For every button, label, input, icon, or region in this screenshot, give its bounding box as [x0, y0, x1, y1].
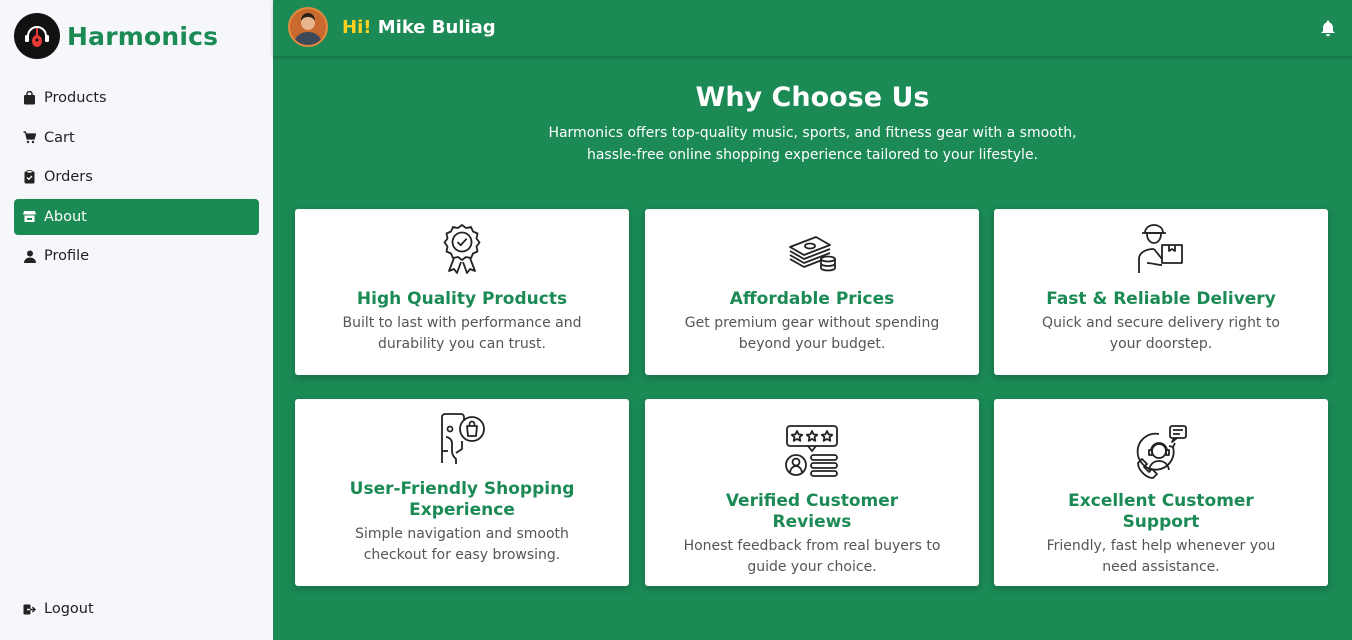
- sidebar-item-label: Profile: [44, 248, 90, 264]
- user-name: Mike Buliag: [377, 17, 496, 38]
- feature-card-reviews: Verified Customer Reviews Honest feedbac…: [645, 399, 979, 586]
- sidebar-item-cart[interactable]: Cart: [14, 120, 259, 156]
- sidebar-item-about[interactable]: About: [14, 198, 259, 235]
- mobile-shopping-icon: [441, 413, 485, 464]
- avatar[interactable]: [288, 7, 328, 47]
- feature-title: User-Friendly Shopping Experience: [349, 479, 575, 520]
- sidebar-item-label: About: [44, 208, 87, 225]
- feature-description: Built to last with performance and durab…: [342, 315, 582, 352]
- cart-icon: [23, 131, 36, 145]
- guitar-logo-icon: [14, 13, 60, 59]
- customer-support-icon: [1136, 425, 1187, 479]
- feature-description: Quick and secure delivery right to your …: [1042, 315, 1280, 352]
- page-subtitle: Harmonics offers top-quality music, spor…: [513, 122, 1112, 166]
- logout-label: Logout: [44, 601, 94, 617]
- page-title: Why Choose Us: [695, 82, 930, 113]
- feature-title: Excellent Customer Support: [1068, 491, 1254, 532]
- feature-title: Verified Customer Reviews: [725, 491, 899, 532]
- greeting: Hi! Mike Buliag: [342, 17, 496, 38]
- sidebar-item-label: Orders: [44, 169, 93, 185]
- sidebar-nav: Products Cart Orders About Profile: [14, 80, 259, 278]
- subtitle-line: Harmonics offers top-quality music, spor…: [548, 125, 1077, 141]
- award-badge-icon: [443, 224, 481, 274]
- sidebar-item-label: Products: [44, 90, 107, 106]
- feature-description: Honest feedback from real buyers to guid…: [683, 538, 941, 575]
- greeting-hi: Hi!: [342, 17, 372, 38]
- feature-description: Friendly, fast help whenever you need as…: [1046, 538, 1276, 575]
- subtitle-line: hassle-free online shopping experience t…: [586, 147, 1039, 163]
- sidebar: Harmonics Products Cart Orders About Pro…: [0, 0, 273, 640]
- clipboard-icon: [23, 170, 36, 184]
- store-icon: [23, 210, 36, 224]
- feature-title: Affordable Prices: [729, 289, 895, 309]
- sidebar-item-orders[interactable]: Orders: [14, 159, 259, 195]
- sidebar-item-profile[interactable]: Profile: [14, 238, 259, 274]
- logout-icon: [23, 602, 36, 616]
- feature-description: Simple navigation and smooth checkout fo…: [355, 526, 569, 563]
- sidebar-item-label: Cart: [44, 129, 75, 146]
- top-bar: Hi! Mike Buliag: [273, 0, 1352, 56]
- sidebar-item-products[interactable]: Products: [14, 80, 259, 116]
- feature-title: High Quality Products: [356, 289, 568, 309]
- about-section: Why Choose Us Harmonics offers top-quali…: [273, 56, 1352, 640]
- feature-title: Fast & Reliable Delivery: [1046, 289, 1276, 309]
- bell-icon[interactable]: [1319, 19, 1337, 37]
- feature-card-delivery: Fast & Reliable Delivery Quick and secur…: [994, 209, 1328, 375]
- user-icon: [23, 249, 36, 263]
- feature-card-quality: High Quality Products Built to last with…: [295, 209, 629, 375]
- shopping-bag-icon: [23, 91, 36, 105]
- brand[interactable]: Harmonics: [14, 13, 218, 59]
- logout-button[interactable]: Logout: [14, 591, 259, 627]
- feature-card-prices: Affordable Prices Get premium gear witho…: [645, 209, 979, 375]
- rating-review-icon: [785, 425, 838, 477]
- delivery-person-icon: [1138, 224, 1183, 273]
- feature-description: Get premium gear without spending beyond…: [684, 315, 940, 352]
- brand-name: Harmonics: [67, 21, 219, 51]
- feature-card-support: Excellent Customer Support Friendly, fas…: [994, 399, 1328, 586]
- feature-card-shopping: User-Friendly Shopping Experience Simple…: [295, 399, 629, 586]
- money-stack-icon: [789, 236, 836, 272]
